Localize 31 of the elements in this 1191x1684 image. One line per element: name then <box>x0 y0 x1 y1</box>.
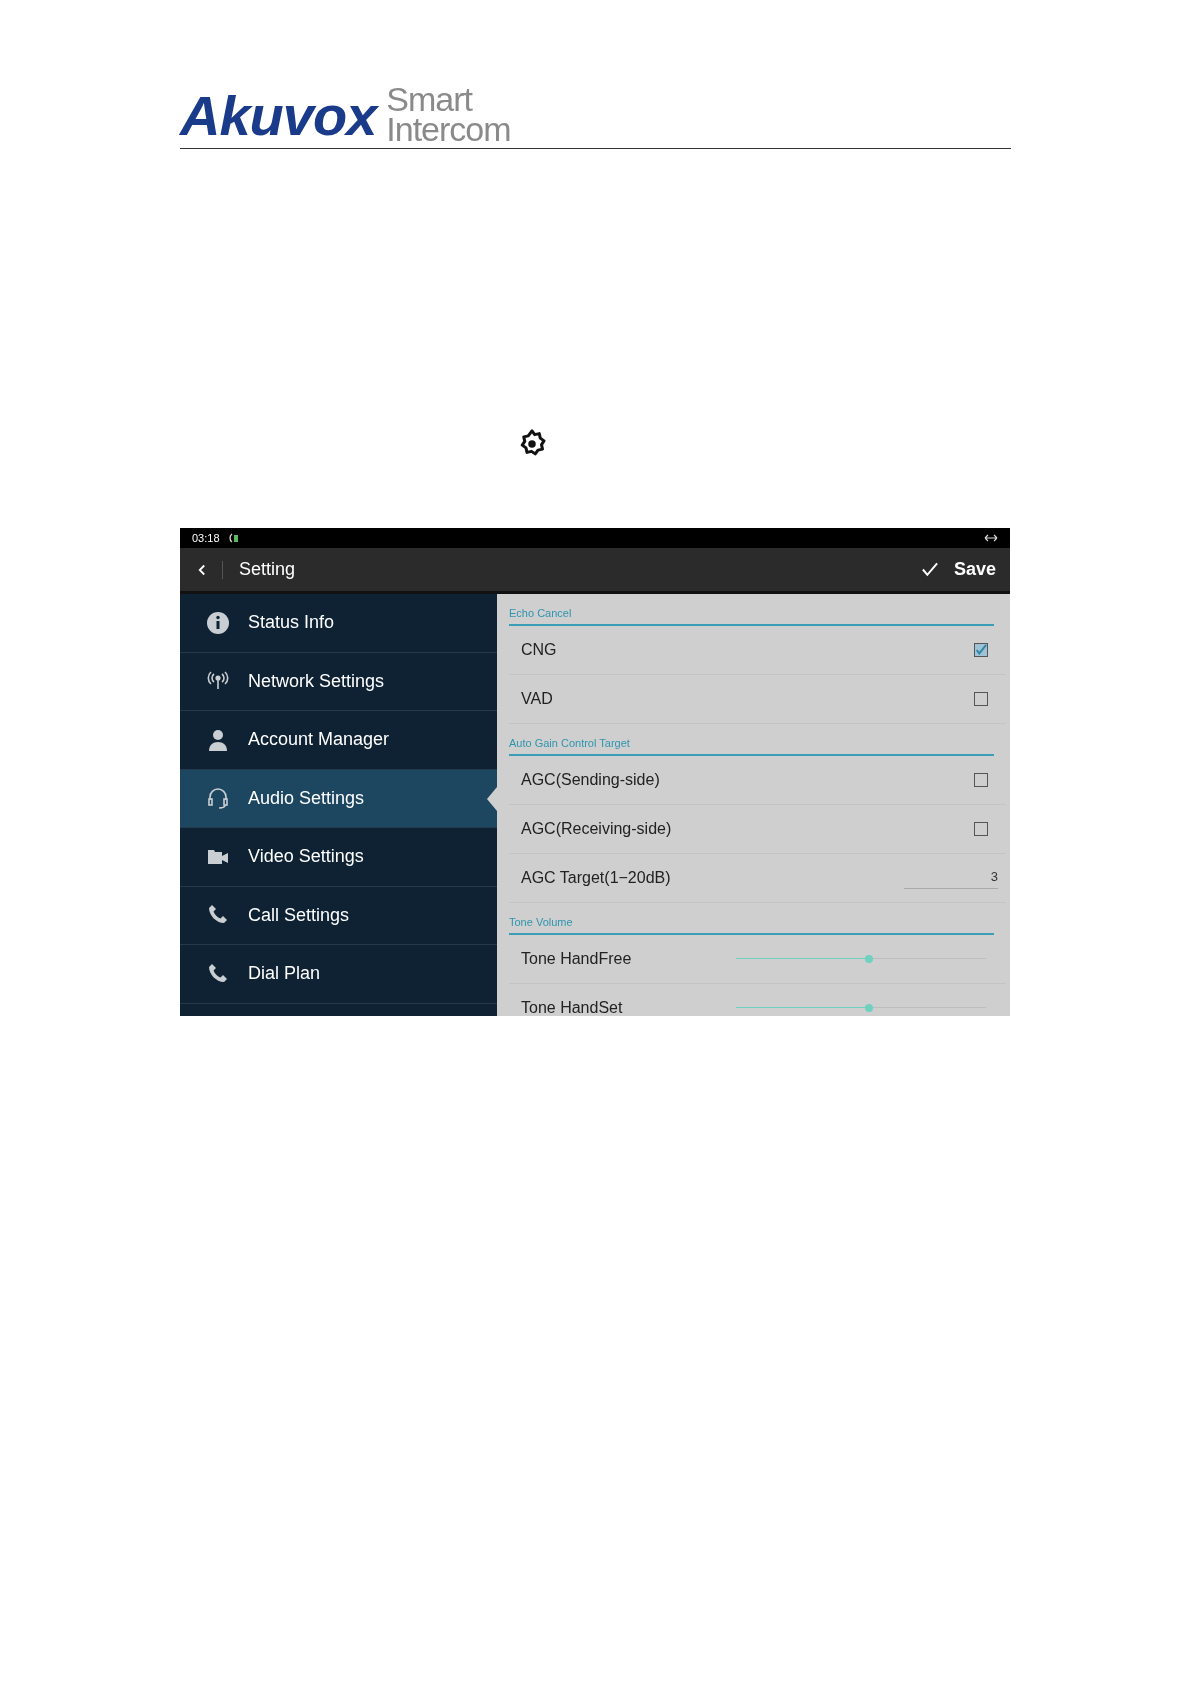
setting-label: AGC(Sending-side) <box>521 770 660 790</box>
headset-icon <box>206 786 230 811</box>
person-icon <box>206 727 230 752</box>
tagline-text: Smart <box>386 84 474 114</box>
brand-logo: Akuvox <box>180 88 377 144</box>
clock-text: 03:18 <box>192 530 220 546</box>
save-button[interactable]: Save <box>921 556 996 583</box>
checkbox[interactable] <box>974 643 988 657</box>
setting-label: Tone HandSet <box>521 998 623 1016</box>
setting-label: AGC Target(1−20dB) <box>521 868 671 888</box>
section-header: Auto Gain Control Target <box>509 737 630 749</box>
setting-label: CNG <box>521 640 557 660</box>
section-header: Tone Volume <box>509 916 573 928</box>
sidebar-item[interactable]: Audio Settings <box>180 769 497 828</box>
check-icon <box>921 562 938 577</box>
window-title: Setting <box>239 558 296 581</box>
back-chevron-icon <box>198 563 206 576</box>
setting-label: Tone HandFree <box>521 949 632 969</box>
signal-icon <box>227 532 240 544</box>
resize-arrows-icon <box>984 534 998 542</box>
slider[interactable] <box>736 953 986 965</box>
setting-label: AGC(Receiving-side) <box>521 819 672 839</box>
checkbox[interactable] <box>974 773 988 787</box>
checkbox[interactable] <box>974 692 988 706</box>
section-header: Echo Cancel <box>509 607 572 619</box>
slider[interactable] <box>736 1002 986 1014</box>
tagline-text: Intercom <box>386 114 511 144</box>
checkbox[interactable] <box>974 822 988 836</box>
info-icon <box>206 610 230 635</box>
value-field[interactable]: 3 <box>904 866 998 890</box>
setting-label: VAD <box>521 689 553 709</box>
